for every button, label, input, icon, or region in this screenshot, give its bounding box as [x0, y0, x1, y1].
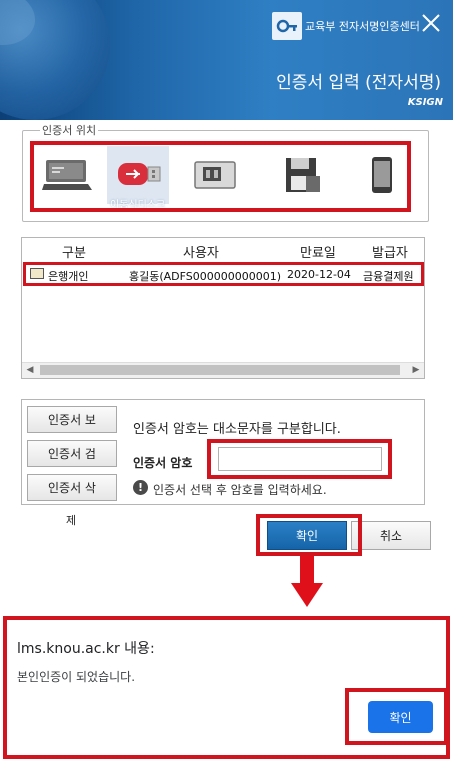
- delete-cert-button[interactable]: 인증서 삭: [27, 474, 117, 501]
- view-cert-button[interactable]: 인증서 보: [27, 406, 117, 433]
- search-cert-button[interactable]: 인증서 검: [27, 440, 117, 467]
- password-warning: 인증서 선택 후 암호를 입력하세요.: [153, 483, 327, 497]
- confirm-highlight-box: [256, 514, 362, 556]
- column-header-user[interactable]: 사용자: [183, 242, 219, 261]
- warning-icon: !: [133, 480, 148, 495]
- column-header-expiry[interactable]: 만료일: [300, 242, 336, 261]
- scroll-right-icon[interactable]: ▶: [408, 362, 424, 378]
- password-hint: 인증서 암호는 대소문자를 구분합니다.: [133, 422, 341, 437]
- alert-ok-highlight-box: [345, 688, 448, 745]
- location-highlight-box: [30, 141, 411, 212]
- password-highlight-box: [207, 439, 392, 479]
- globe-graphic: [0, 0, 110, 120]
- column-header-type[interactable]: 구분: [62, 242, 86, 261]
- org-name: 교육부 전자서명인증센터: [305, 20, 420, 33]
- password-label: 인증서 암호: [133, 456, 193, 470]
- down-arrow-icon: [300, 556, 314, 584]
- key-logo-icon: [272, 12, 302, 40]
- down-arrow-head-icon: [291, 583, 323, 607]
- close-icon[interactable]: [418, 10, 444, 36]
- scrollbar-thumb[interactable]: [40, 365, 400, 375]
- alert-message: 본인인증이 되었습니다.: [17, 670, 136, 684]
- dialog-title: 인증서 입력 (전자서명): [276, 73, 441, 93]
- scroll-left-icon[interactable]: ◀: [22, 362, 38, 378]
- screen: 교육부 전자서명인증센터 인증서 입력 (전자서명) KSIGN 인증서 위치 …: [0, 0, 453, 763]
- dialog-header: 교육부 전자서명인증센터 인증서 입력 (전자서명) KSIGN: [0, 0, 453, 120]
- delete-button-overflow-text: 제: [66, 514, 77, 527]
- column-header-issuer[interactable]: 발급자: [372, 242, 408, 261]
- cert-location-legend: 인증서 위치: [40, 122, 99, 138]
- alert-title: lms.knou.ac.kr 내용:: [17, 641, 155, 657]
- cert-row-highlight-box: [23, 262, 424, 286]
- brand-logo: KSIGN: [407, 97, 443, 108]
- cancel-button[interactable]: 취소: [351, 521, 431, 550]
